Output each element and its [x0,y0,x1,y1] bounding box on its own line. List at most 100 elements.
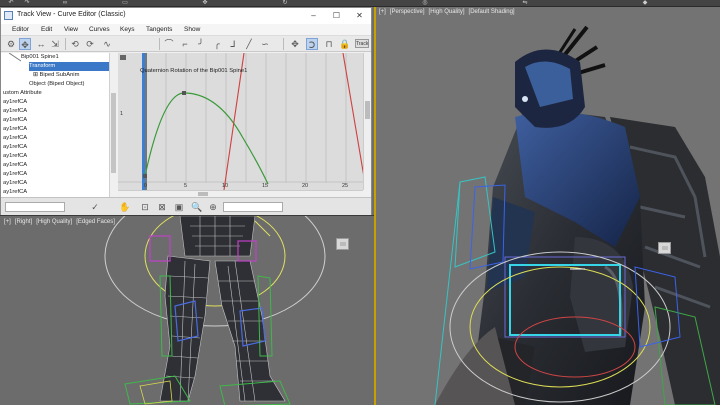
menu-view[interactable]: View [64,26,78,33]
link-icon[interactable]: ∞ [60,0,70,6]
curve-graph[interactable]: Quaternion Rotation of the Bip001 Spine1… [118,53,371,190]
tree-item[interactable]: ay1refCA [3,161,27,170]
y-value-label: 1 [120,111,124,117]
window-title: Track View - Curve Editor (Classic) [17,11,126,18]
viewport-quality[interactable]: [High Quality] [429,9,465,15]
graph-horizontal-scrollbar[interactable] [118,190,363,197]
tree-item[interactable]: ⊞ Biped SubAnim [33,71,79,80]
tangent-custom-icon[interactable]: ⌐ [179,38,191,50]
viewport-point-of-view[interactable]: [Right] [15,219,32,225]
graph-vertical-scrollbar[interactable] [363,53,371,190]
show-tangents-icon[interactable]: Ↄ [306,38,318,50]
move-keys-icon[interactable]: ✥ [19,38,31,50]
menu-keys[interactable]: Keys [120,26,134,33]
tree-item[interactable]: ay1refCA [3,116,27,125]
tree-item[interactable]: ay1refCA [3,98,27,107]
redo-icon[interactable]: ↷ [22,0,32,6]
maximize-button[interactable]: ☐ [325,8,348,24]
tree-item[interactable]: ay1refCA [3,107,27,116]
lock-tangents-icon[interactable]: ⊓ [323,38,335,50]
tree-item[interactable]: ay1refCA [3,170,27,179]
zoom-region-icon[interactable]: ⊕ [207,201,219,213]
max-workspace: ↶ ↷ ∞ ▭ ✥ ↻ ◎ ⇋ ◆ [+] [Perspective] [High … [0,0,720,405]
x-tick-label: 5 [184,183,188,189]
menu-tangents[interactable]: Tangents [146,26,172,33]
graph-hscroll-thumb[interactable] [198,192,208,196]
viewport-shading[interactable]: [Default Shading] [469,9,515,15]
add-keys-icon[interactable]: ⟳ [84,38,96,50]
tree-item[interactable]: Transform [29,62,109,71]
undo-icon[interactable]: ↶ [6,0,16,6]
viewport-point-of-view[interactable]: [Perspective] [390,9,425,15]
curve-key[interactable] [143,174,147,178]
menu-bar: Editor Edit View Curves Keys Tangents Sh… [1,24,371,36]
slide-keys-icon[interactable]: ↔ [35,38,47,50]
tree-scroll-thumb[interactable] [111,93,116,173]
lock-selection-icon[interactable]: 🔒 [339,38,351,50]
graph-vscroll-thumb[interactable] [365,101,370,119]
viewport-menu-plus[interactable]: [+] [379,9,386,15]
tangent-step-icon[interactable]: ⅃ [227,38,239,50]
tree-item[interactable]: Object (Biped Object) [29,80,84,89]
curve-title: Quaternion Rotation of the Bip001 Spine1 [140,68,248,74]
viewcube[interactable] [336,238,349,250]
menu-editor[interactable]: Editor [12,26,29,33]
close-button[interactable]: ✕ [348,8,371,24]
tree-item[interactable]: Bip001 Spine1 [21,53,59,62]
draw-curves-icon[interactable]: ∿ [101,38,113,50]
pan-hand-icon[interactable]: ✋ [119,201,131,213]
snap-icon[interactable]: ◎ [420,0,430,6]
track-button[interactable]: Track [355,39,369,48]
select-key-icon[interactable]: ✓ [89,201,101,213]
curve-key[interactable] [182,91,186,95]
pan-icon[interactable]: ✥ [289,38,301,50]
controller-hierarchy[interactable]: Bip001 Spine1 Transform ⊞ Biped SubAnim Obj… [1,53,117,197]
viewcube[interactable] [658,242,671,254]
zoom-value-extents-icon[interactable]: ⊠ [156,201,168,213]
scale-keys-icon[interactable]: ⇲ [49,38,61,50]
tree-item[interactable]: ustom Attribute [3,89,42,98]
frame-field[interactable] [223,202,283,212]
rotate-icon[interactable]: ↻ [280,0,290,6]
tree-item[interactable]: ay1refCA [3,134,27,143]
menu-curves[interactable]: Curves [89,26,110,33]
tree-item[interactable]: ay1refCA [3,152,27,161]
viewport-menu-plus[interactable]: [+] [4,219,11,225]
tree-item[interactable]: ay1refCA [3,125,27,134]
scrub-arrow-icon[interactable] [120,55,126,60]
tangent-fast-icon[interactable]: ╯ [195,38,207,50]
x-tick-label: 25 [342,183,349,189]
mirror-icon[interactable]: ⇋ [520,0,530,6]
tangent-linear-icon[interactable]: ╱ [243,38,255,50]
right-viewport[interactable]: [+] [Right] [High Quality] [Edged Faces] [0,215,374,405]
tangent-auto-icon[interactable]: ⌒ [163,38,175,50]
tree-scrollbar[interactable] [109,53,117,197]
render-icon[interactable]: ◆ [640,0,650,6]
x-tick-label: 0 [144,183,148,189]
filters-icon[interactable]: ⚙ [5,38,17,50]
x-tick-label: 20 [302,183,309,189]
scale-values-icon[interactable]: ⟲ [69,38,81,50]
toolbar-separator [283,38,284,50]
viewport-label[interactable]: [+] [Perspective] [High Quality] [Default S… [379,9,519,15]
perspective-viewport[interactable]: [+] [Perspective] [High Quality] [Default S… [375,7,720,405]
title-bar[interactable]: Track View - Curve Editor (Classic) – ☐ … [1,8,371,24]
x-tick-label: 10 [222,183,229,189]
zoom-horizontal-extents-icon[interactable]: ⊡ [139,201,151,213]
viewport-label[interactable]: [+] [Right] [High Quality] [Edged Faces] [4,219,119,225]
select-icon[interactable]: ▭ [120,0,130,6]
frame-selection-icon[interactable]: ▣ [173,201,185,213]
tree-item[interactable]: ay1refCA [3,188,27,197]
minimize-button[interactable]: – [302,8,325,24]
tangent-slow-icon[interactable]: ╭ [211,38,223,50]
viewport-shading[interactable]: [Edged Faces] [76,219,115,225]
menu-edit[interactable]: Edit [41,26,52,33]
move-icon[interactable]: ✥ [200,0,210,6]
viewport-quality[interactable]: [High Quality] [36,219,72,225]
tree-item[interactable]: ay1refCA [3,143,27,152]
zoom-icon[interactable]: 🔍 [191,201,203,213]
tree-item[interactable]: ay1refCA [3,179,27,188]
key-stats-field[interactable] [5,202,65,212]
tangent-smooth-icon[interactable]: ∽ [259,38,271,50]
menu-show[interactable]: Show [184,26,200,33]
